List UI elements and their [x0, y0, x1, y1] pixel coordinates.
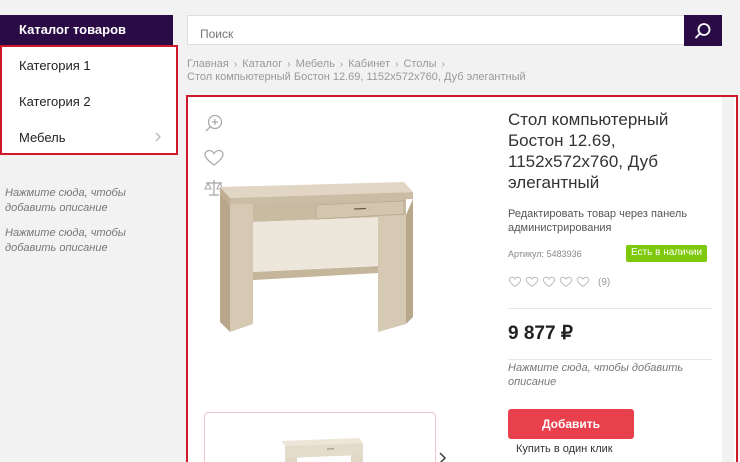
product-image[interactable] — [218, 172, 423, 337]
chevron-right-icon[interactable] — [152, 131, 164, 143]
divider — [508, 308, 712, 309]
breadcrumb-home[interactable]: Главная — [187, 58, 229, 70]
search-button[interactable] — [684, 15, 722, 46]
category-item-2[interactable]: Категория 2 — [19, 94, 91, 109]
breadcrumb-catalog[interactable]: Каталог — [242, 58, 282, 70]
search-icon — [695, 23, 711, 39]
star-icon[interactable] — [508, 275, 522, 289]
rating: (9) — [508, 275, 610, 289]
edit-product-hint[interactable]: Редактировать товар через панель админис… — [508, 207, 698, 235]
breadcrumb-tables[interactable]: Столы — [403, 58, 436, 70]
add-to-cart-button[interactable]: Добавить — [508, 409, 634, 439]
breadcrumb: Главная › Каталог › Мебель › Кабинет › Столы › Ст… — [187, 58, 526, 83]
category-menu: Категория 1 Категория 2 Мебель — [0, 45, 178, 155]
search-input[interactable] — [187, 15, 685, 45]
price: 9 877 ₽ — [508, 323, 573, 344]
heart-icon[interactable] — [203, 147, 225, 169]
rating-count: (9) — [598, 276, 611, 288]
breadcrumb-separator-icon: › — [233, 59, 238, 70]
sidebar-description-note[interactable]: Нажмите сюда, чтобы добавить описание — [5, 226, 175, 256]
breadcrumb-separator-icon: › — [287, 59, 291, 70]
divider — [508, 359, 712, 360]
stock-badge: Есть в наличии — [626, 245, 708, 262]
star-icon[interactable] — [542, 275, 556, 289]
catalog-button[interactable]: Каталог товаров — [0, 15, 173, 45]
sku-value: 5483936 — [546, 249, 582, 259]
star-icon[interactable] — [525, 275, 539, 289]
sku: Артикул: 5483936 — [508, 249, 582, 259]
zoom-icon[interactable] — [203, 113, 225, 135]
category-item-furniture[interactable]: Мебель — [19, 130, 66, 145]
breadcrumb-cabinet[interactable]: Кабинет — [348, 58, 390, 70]
breadcrumb-separator-icon: › — [441, 59, 445, 70]
breadcrumb-separator-icon: › — [339, 59, 344, 70]
panel-edge — [722, 97, 734, 462]
buy-one-click-link[interactable]: Купить в один клик — [516, 443, 613, 455]
sku-label: Артикул: — [508, 249, 545, 259]
chevron-right-icon[interactable] — [436, 452, 448, 462]
sidebar-description-note[interactable]: Нажмите сюда, чтобы добавить описание — [5, 186, 175, 216]
product-title: Стол компьютерный Бостон 12.69, 1152x572… — [508, 110, 669, 192]
thumbnail-image — [281, 438, 363, 462]
thumbnail[interactable] — [204, 412, 436, 462]
breadcrumb-separator-icon: › — [395, 59, 399, 70]
category-item-1[interactable]: Категория 1 — [19, 58, 91, 73]
product-description-note[interactable]: Нажмите сюда, чтобы добавить описание — [508, 361, 698, 389]
star-icon[interactable] — [576, 275, 590, 289]
star-icon[interactable] — [559, 275, 573, 289]
product-panel: Стол компьютерный Бостон 12.69, 1152x572… — [186, 95, 738, 462]
breadcrumb-furniture[interactable]: Мебель — [296, 58, 335, 70]
breadcrumb-current: Стол компьютерный Бостон 12.69, 1152x572… — [187, 71, 526, 83]
